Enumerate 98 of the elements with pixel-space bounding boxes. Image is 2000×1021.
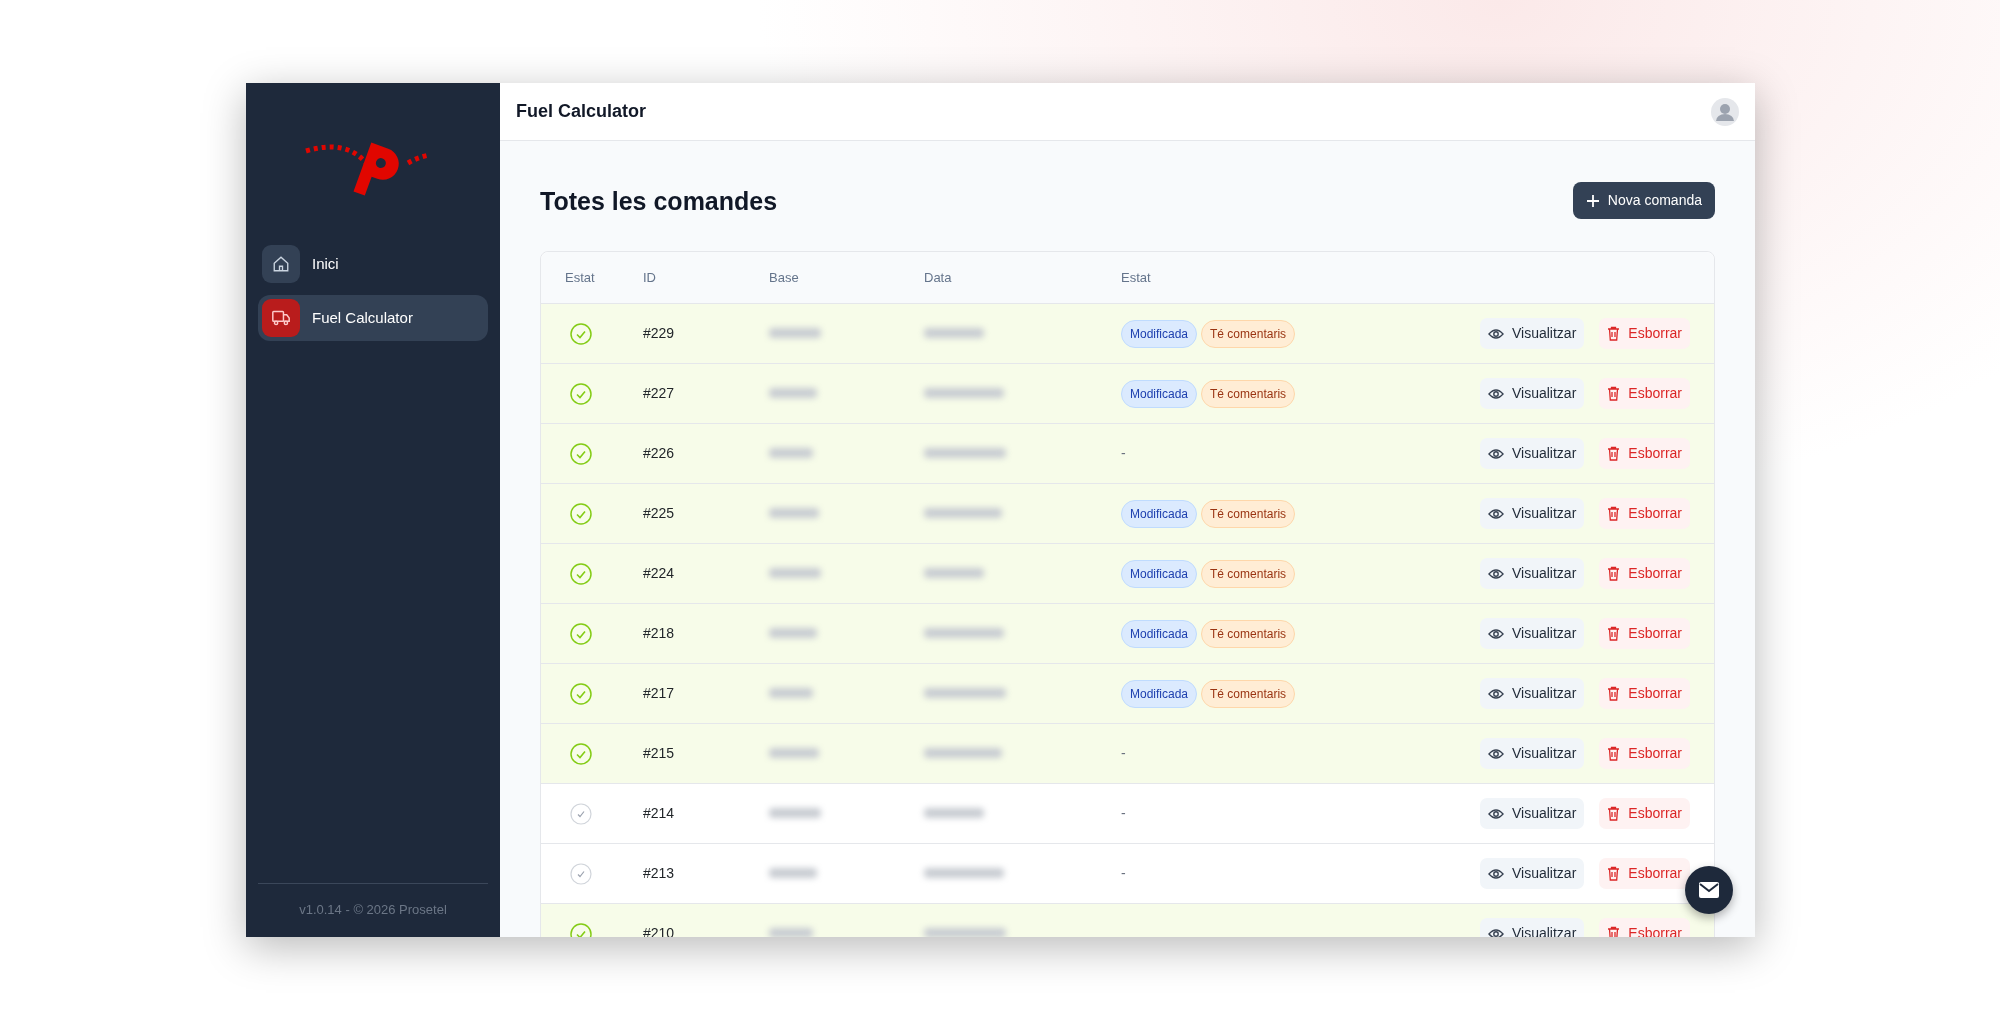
version-text: v1.0.14 - © 2026 Prosetel	[258, 882, 488, 937]
view-button[interactable]: Visualitzar	[1480, 558, 1585, 589]
status-tag: Modificada	[1121, 619, 1198, 648]
view-button[interactable]: Visualitzar	[1480, 318, 1585, 349]
eye-icon	[1488, 927, 1504, 937]
status-tag: Modificada	[1121, 499, 1198, 528]
blurred-text	[769, 868, 817, 878]
column-header: Base	[769, 269, 799, 285]
status-tag: Té comentaris	[1201, 499, 1296, 528]
blurred-text	[924, 328, 984, 338]
eye-icon	[1488, 747, 1504, 760]
eye-icon	[1488, 567, 1504, 580]
eye-icon	[1488, 387, 1504, 400]
order-id: #229	[643, 325, 675, 341]
status-tag: Té comentaris	[1201, 679, 1296, 708]
empty-dash: -	[1121, 804, 1126, 823]
trash-icon	[1607, 926, 1621, 937]
empty-dash: -	[1121, 864, 1126, 883]
eye-icon	[1488, 327, 1504, 340]
eye-icon	[1488, 447, 1504, 460]
blurred-text	[769, 808, 821, 818]
column-header: Data	[924, 269, 952, 285]
status-tag: Modificada	[1121, 319, 1198, 348]
order-id: #226	[643, 445, 675, 461]
blurred-text	[769, 328, 821, 338]
new-order-button[interactable]: Nova comanda	[1572, 182, 1715, 219]
delete-button[interactable]: Esborrar	[1599, 378, 1690, 409]
status-tag: Té comentaris	[1201, 319, 1296, 348]
eye-icon	[1488, 687, 1504, 700]
delete-button[interactable]: Esborrar	[1599, 618, 1690, 649]
truck-icon	[271, 309, 291, 327]
page-header-title: Fuel Calculator	[516, 100, 647, 123]
order-id: #225	[643, 505, 675, 521]
status-tag: Té comentaris	[1201, 619, 1296, 648]
column-header: Estat	[565, 269, 595, 285]
view-button[interactable]: Visualitzar	[1480, 858, 1585, 889]
status-tag: Modificada	[1121, 379, 1198, 408]
trash-icon	[1607, 746, 1621, 761]
mail-button[interactable]	[1685, 866, 1733, 914]
order-id: #224	[643, 565, 675, 581]
trash-icon	[1607, 566, 1621, 581]
blurred-text	[924, 808, 984, 818]
order-id: #227	[643, 385, 675, 401]
blurred-text	[924, 568, 984, 578]
mail-icon	[1699, 882, 1719, 898]
trash-icon	[1607, 686, 1621, 701]
blurred-text	[769, 688, 813, 698]
trash-icon	[1607, 866, 1621, 881]
blurred-text	[769, 448, 813, 458]
delete-button[interactable]: Esborrar	[1599, 678, 1690, 709]
plus-icon	[1585, 193, 1600, 208]
blurred-text	[769, 508, 819, 518]
sidebar-item[interactable]: Inici	[258, 241, 488, 287]
order-id: #217	[643, 685, 675, 701]
status-tag: Modificada	[1121, 679, 1198, 708]
trash-icon	[1607, 326, 1621, 341]
view-button[interactable]: Visualitzar	[1480, 498, 1585, 529]
delete-button[interactable]: Esborrar	[1599, 438, 1690, 469]
delete-button[interactable]: Esborrar	[1599, 798, 1690, 829]
status-tag: Té comentaris	[1201, 379, 1296, 408]
view-button[interactable]: Visualitzar	[1480, 378, 1585, 409]
sidebar-item[interactable]: Fuel Calculator	[258, 295, 488, 341]
trash-icon	[1607, 506, 1621, 521]
page-title: Totes les comandes	[540, 185, 778, 216]
view-button[interactable]: Visualitzar	[1480, 738, 1585, 769]
order-id: #218	[643, 625, 675, 641]
column-header: ID	[643, 269, 656, 285]
trash-icon	[1607, 806, 1621, 821]
blurred-text	[769, 748, 819, 758]
blurred-text	[769, 928, 813, 937]
empty-dash: -	[1121, 744, 1126, 763]
blurred-text	[769, 568, 821, 578]
blurred-text	[769, 628, 817, 638]
delete-button[interactable]: Esborrar	[1599, 738, 1690, 769]
trash-icon	[1607, 446, 1621, 461]
trash-icon	[1607, 626, 1621, 641]
empty-dash: -	[1121, 444, 1126, 463]
status-tag: Té comentaris	[1201, 559, 1296, 588]
delete-button[interactable]: Esborrar	[1599, 498, 1690, 529]
status-tag: Modificada	[1121, 559, 1198, 588]
view-button[interactable]: Visualitzar	[1480, 678, 1585, 709]
order-id: #215	[643, 745, 675, 761]
view-button[interactable]: Visualitzar	[1480, 618, 1585, 649]
view-button[interactable]: Visualitzar	[1480, 798, 1585, 829]
order-id: #213	[643, 865, 675, 881]
home-icon	[272, 255, 290, 273]
trash-icon	[1607, 386, 1621, 401]
eye-icon	[1488, 807, 1504, 820]
delete-button[interactable]: Esborrar	[1599, 318, 1690, 349]
blurred-text	[769, 388, 817, 398]
eye-icon	[1488, 507, 1504, 520]
delete-button[interactable]: Esborrar	[1599, 558, 1690, 589]
delete-button[interactable]: Esborrar	[1599, 858, 1690, 889]
view-button[interactable]: Visualitzar	[1480, 438, 1585, 469]
eye-icon	[1488, 627, 1504, 640]
eye-icon	[1488, 867, 1504, 880]
order-id: #214	[643, 805, 675, 821]
column-header: Estat	[1121, 268, 1151, 287]
